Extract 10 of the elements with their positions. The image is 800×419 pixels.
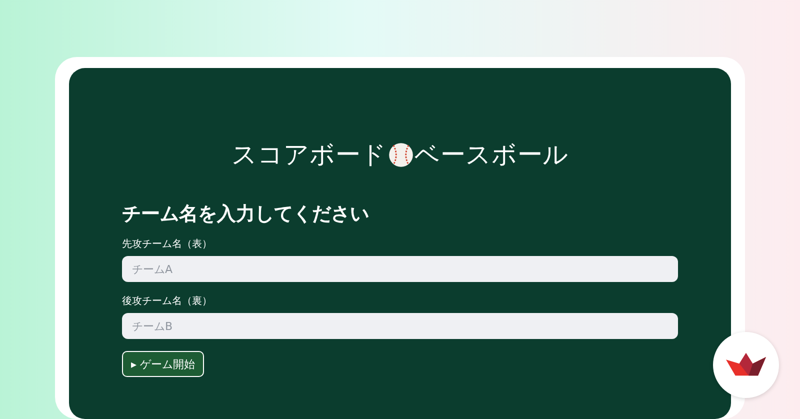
crown-logo-icon: [726, 353, 766, 377]
baseball-icon: [388, 142, 414, 168]
app-title: ベースボール: [414, 139, 568, 171]
start-game-button[interactable]: ▸ ゲーム開始: [122, 351, 204, 377]
team-name-field[interactable]: チームA: [122, 256, 678, 282]
team-name-field[interactable]: チームB: [122, 313, 678, 339]
field-label: 先攻チーム名（表）: [122, 238, 213, 251]
field-label: 後攻チーム名（裏）: [122, 294, 213, 308]
form-heading: チーム名を入力してください: [122, 202, 370, 227]
app-title: スコアボード: [232, 139, 386, 171]
